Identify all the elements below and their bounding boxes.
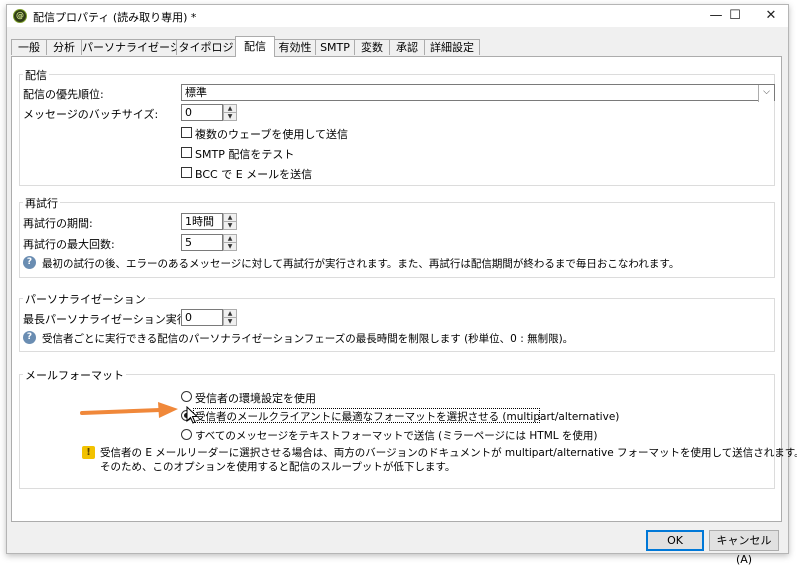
- tab-advanced[interactable]: 詳細設定: [424, 39, 480, 55]
- tab-general[interactable]: 一般: [11, 39, 47, 55]
- personalization-help-text: 受信者ごとに実行できる配信のパーソナライゼーションフェーズの最長時間を制限します…: [42, 333, 574, 345]
- warning-text-line2: そのため、このオプションを使用すると配信のスループットが低下します。: [100, 461, 456, 473]
- format-multipart-label: 受信者のメールクライアントに最適なフォーマットを選択させる (multipart…: [195, 411, 620, 423]
- multiple-waves-checkbox[interactable]: [181, 127, 192, 138]
- spin-up-icon[interactable]: ▲: [224, 214, 236, 222]
- retry-period-input[interactable]: 1時間: [181, 213, 223, 230]
- properties-dialog: @ 配信プロパティ (読み取り専用) * — ☐ ✕ 一般 分析 パーソナライゼ…: [6, 4, 797, 566]
- personalization-group-title: パーソナライゼーション: [23, 291, 148, 307]
- tab-personalization[interactable]: パーソナライゼーション: [81, 39, 203, 55]
- warning-text-line1: 受信者の E メールリーダーに選択させる場合は、両方のバージョンのドキュメントが…: [100, 447, 797, 459]
- delivery-group: 配信 配信の優先順位: 標準 ⌵ メッセージのバッチサイズ: 0 ▲ ▼ 複数の…: [19, 67, 775, 186]
- delivery-tab-page: 配信 配信の優先順位: 標準 ⌵ メッセージのバッチサイズ: 0 ▲ ▼ 複数の…: [11, 56, 797, 522]
- window-title: 配信プロパティ (読み取り専用) *: [33, 11, 197, 24]
- batch-size-spinner[interactable]: ▲ ▼: [223, 104, 237, 121]
- format-preference-label: 受信者の環境設定を使用: [195, 392, 316, 405]
- warning-icon: !: [82, 446, 95, 459]
- mouse-cursor-icon: [186, 406, 198, 424]
- spin-up-icon[interactable]: ▲: [224, 310, 236, 318]
- spin-down-icon[interactable]: ▼: [224, 243, 236, 250]
- retry-period-spinner[interactable]: ▲ ▼: [223, 213, 237, 230]
- format-preference-radio[interactable]: [181, 391, 192, 402]
- maximize-button[interactable]: ☐: [717, 5, 753, 27]
- format-text-label: すべてのメッセージをテキストフォーマットで送信 (ミラーページには HTML を…: [195, 430, 598, 442]
- personalization-group: パーソナライゼーション 最長パーソナライゼーション実行時間: 0 ▲ ▼ ? 受…: [19, 291, 775, 352]
- app-icon: @: [13, 9, 27, 23]
- priority-value: 標準: [185, 86, 207, 99]
- retry-period-label: 再試行の期間:: [23, 217, 93, 230]
- annotation-arrow-icon: [80, 402, 178, 418]
- ok-button[interactable]: OK: [646, 530, 704, 551]
- tab-analysis[interactable]: 分析: [46, 39, 82, 55]
- bcc-email-label: BCC で E メールを送信: [195, 168, 313, 181]
- mail-format-group-title: メールフォーマット: [23, 367, 126, 383]
- multiple-waves-label: 複数のウェーブを使用して送信: [195, 128, 349, 141]
- retry-max-input[interactable]: 5: [181, 234, 223, 251]
- spin-up-icon[interactable]: ▲: [224, 235, 236, 243]
- tab-validity[interactable]: 有効性: [274, 39, 316, 55]
- retry-group-title: 再試行: [23, 195, 60, 211]
- help-icon: ?: [23, 331, 36, 344]
- max-time-input[interactable]: 0: [181, 309, 223, 326]
- tab-variables[interactable]: 変数: [354, 39, 390, 55]
- title-bar: @ 配信プロパティ (読み取り専用) * — ☐ ✕: [7, 5, 788, 27]
- priority-combobox[interactable]: 標準 ⌵: [181, 84, 775, 102]
- tab-delivery[interactable]: 配信: [235, 36, 275, 57]
- spin-down-icon[interactable]: ▼: [224, 318, 236, 325]
- priority-label: 配信の優先順位:: [23, 88, 104, 101]
- spin-up-icon[interactable]: ▲: [224, 105, 236, 113]
- tab-typology[interactable]: タイポロジ: [176, 39, 236, 55]
- test-smtp-label: SMTP 配信をテスト: [195, 148, 295, 161]
- help-icon: ?: [23, 256, 36, 269]
- batch-size-input[interactable]: 0: [181, 104, 223, 121]
- delivery-group-title: 配信: [23, 67, 49, 83]
- tab-approval[interactable]: 承認: [389, 39, 425, 55]
- batch-size-label: メッセージのバッチサイズ:: [23, 108, 159, 121]
- test-smtp-checkbox[interactable]: [181, 147, 192, 158]
- mail-format-group: メールフォーマット 受信者の環境設定を使用 受信者のメールクライアントに最適なフ…: [19, 367, 797, 489]
- bcc-email-checkbox[interactable]: [181, 167, 192, 178]
- max-time-spinner[interactable]: ▲ ▼: [223, 309, 237, 326]
- retry-max-spinner[interactable]: ▲ ▼: [223, 234, 237, 251]
- format-text-radio[interactable]: [181, 429, 192, 440]
- close-button[interactable]: ✕: [753, 5, 789, 27]
- spin-down-icon[interactable]: ▼: [224, 113, 236, 120]
- tab-smtp[interactable]: SMTP: [315, 39, 355, 55]
- retry-group: 再試行 再試行の期間: 1時間 ▲ ▼ 再試行の最大回数: 5 ▲ ▼ ? 最初…: [19, 195, 775, 278]
- chevron-down-icon[interactable]: ⌵: [758, 85, 774, 102]
- retry-max-label: 再試行の最大回数:: [23, 238, 115, 251]
- spin-down-icon[interactable]: ▼: [224, 222, 236, 229]
- cancel-button[interactable]: キャンセル(A): [709, 530, 779, 566]
- retry-help-text: 最初の試行の後、エラーのあるメッセージに対して再試行が実行されます。また、再試行…: [42, 258, 680, 270]
